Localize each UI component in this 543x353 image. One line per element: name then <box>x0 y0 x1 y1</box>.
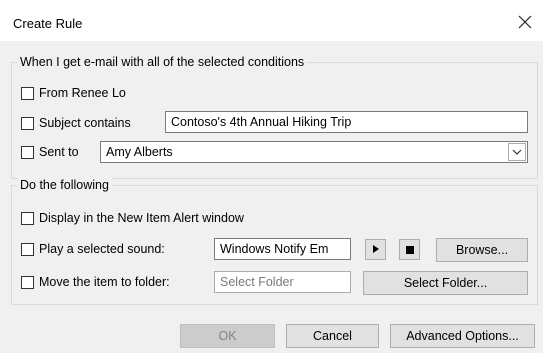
from-row[interactable]: From Renee Lo <box>21 83 126 103</box>
actions-legend: Do the following <box>17 178 112 192</box>
play-icon <box>372 243 380 257</box>
move-checkbox[interactable] <box>21 275 34 289</box>
sound-label: Play a selected sound: <box>39 242 165 256</box>
alert-row[interactable]: Display in the New Item Alert window <box>21 208 244 228</box>
subject-input[interactable]: Contoso's 4th Annual Hiking Trip <box>165 111 528 133</box>
advanced-options-button[interactable]: Advanced Options... <box>390 324 535 348</box>
dialog-title: Create Rule <box>13 16 83 31</box>
browse-button[interactable]: Browse... <box>436 238 528 262</box>
alert-label: Display in the New Item Alert window <box>39 211 244 225</box>
sound-checkbox[interactable] <box>21 242 34 256</box>
sent-to-row[interactable]: Sent to <box>21 142 79 162</box>
sent-to-combo[interactable]: Amy Alberts <box>100 141 528 163</box>
folder-input[interactable]: Select Folder <box>214 271 351 293</box>
chevron-down-icon[interactable] <box>508 143 526 161</box>
play-sound-button[interactable] <box>365 239 386 260</box>
dialog-body: When I get e-mail with all of the select… <box>0 41 543 353</box>
from-checkbox[interactable] <box>21 86 34 100</box>
sent-to-value: Amy Alberts <box>106 145 173 159</box>
stop-icon <box>405 243 414 257</box>
sound-file-input[interactable]: Windows Notify Em <box>214 238 351 260</box>
move-row[interactable]: Move the item to folder: <box>21 272 170 292</box>
subject-label: Subject contains <box>39 116 131 130</box>
create-rule-dialog: Create Rule When I get e-mail with all o… <box>0 0 543 353</box>
title-bar: Create Rule <box>0 0 543 41</box>
sent-to-label: Sent to <box>39 145 79 159</box>
sent-to-checkbox[interactable] <box>21 145 34 159</box>
select-folder-button[interactable]: Select Folder... <box>363 271 528 295</box>
cancel-button[interactable]: Cancel <box>286 324 379 348</box>
sound-row[interactable]: Play a selected sound: <box>21 239 165 259</box>
stop-sound-button[interactable] <box>399 239 420 260</box>
conditions-legend: When I get e-mail with all of the select… <box>17 55 308 69</box>
subject-checkbox[interactable] <box>21 116 34 130</box>
ok-button[interactable]: OK <box>180 324 275 348</box>
from-label: From Renee Lo <box>39 86 126 100</box>
close-icon[interactable] <box>517 14 533 30</box>
alert-checkbox[interactable] <box>21 211 34 225</box>
move-label: Move the item to folder: <box>39 275 170 289</box>
subject-row[interactable]: Subject contains <box>21 113 131 133</box>
